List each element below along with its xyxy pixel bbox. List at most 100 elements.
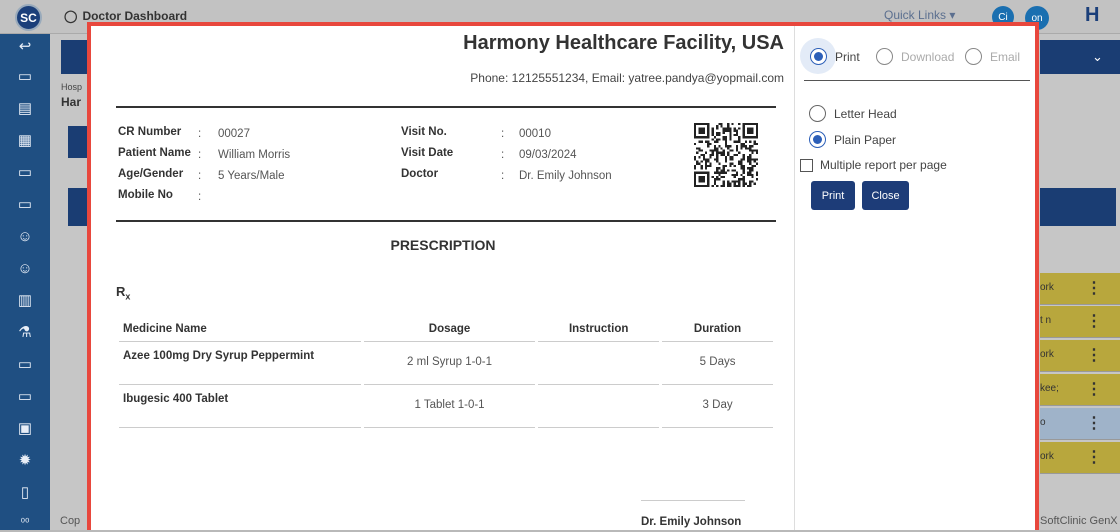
bg-table-row: t n ⋮ [1040,306,1120,338]
colon: : [198,128,202,140]
calendar-icon[interactable]: ▦ [15,132,35,150]
print-options-panel: Print Download Email Letter Head Plain P… [796,26,1039,530]
back-icon[interactable]: ↩ [15,38,35,56]
colon: : [501,128,505,140]
hospital-label: Hosp [61,82,83,92]
kebab-menu-icon[interactable]: ⋮ [1086,345,1102,365]
output-print-label: Print [835,49,860,64]
divider [116,106,776,108]
duration-cell: 5 Days [662,342,773,385]
id-card-icon[interactable]: ▤ [15,100,35,118]
bg-table-header [68,188,88,226]
print-button[interactable]: Print [811,181,855,210]
clipboard-icon[interactable]: ▥ [15,292,35,310]
footer-left: Cop [60,515,81,527]
bg-table-row: o ⋮ [1040,408,1120,440]
signature-name: Dr. Emily Johnson [641,516,742,528]
bg-table-row: ork ⋮ [1040,442,1120,474]
visit-no-value: 00010 [519,128,551,140]
gear-icon[interactable]: ✹ [15,452,35,470]
instruction-cell [538,342,660,385]
col-instruction: Instruction [538,316,660,342]
qr-code [694,123,758,187]
monitor-icon[interactable]: ▭ [15,196,35,214]
rx-symbol: Rx [116,284,130,302]
output-email-label: Email [990,49,1021,64]
kebab-menu-icon[interactable]: ⋮ [1086,413,1102,433]
quick-links-label: Quick Links [884,8,947,22]
hospital-name: Harmony Healthcare Facility, USA [463,32,784,54]
flask-icon[interactable]: ⚗ [15,324,35,342]
letter-head-radio[interactable]: Letter Head [809,105,897,122]
kebab-menu-icon[interactable]: ⋮ [1086,447,1102,467]
user-group-icon: ◯ [64,9,78,23]
close-button[interactable]: Close [862,181,909,210]
hospital-contact: Phone: 12125551234, Email: yatree.pandya… [470,71,784,85]
more-icon[interactable]: ⁰⁰ [15,514,35,532]
kebab-menu-icon[interactable]: ⋮ [1086,278,1102,298]
radio-empty-icon [965,48,982,65]
instruction-cell [538,385,660,428]
bg-row-text: t n [1040,315,1052,326]
document-icon[interactable]: ▯ [15,484,35,502]
mobile-label: Mobile No [118,189,173,201]
output-email-radio[interactable]: Email [965,48,1020,65]
prescription-title: PRESCRIPTION [390,237,496,253]
chevron-down-icon[interactable]: ⌄ [1092,49,1103,65]
letter-head-label: Letter Head [834,106,897,121]
cr-number-label: CR Number [118,126,182,138]
col-medicine-name: Medicine Name [119,316,361,342]
kebab-menu-icon[interactable]: ⋮ [1086,311,1102,331]
medicine-name-cell: Ibugesic 400 Tablet [119,385,361,428]
colon: : [198,191,202,203]
divider [116,220,776,222]
users-icon[interactable]: ☺ [15,228,35,246]
monitor-icon[interactable]: ▭ [15,388,35,406]
radio-selected-icon [809,131,826,148]
cr-number-value: 00027 [218,128,250,140]
bg-panel-header-right: ⌄ [1040,40,1120,74]
kebab-menu-icon[interactable]: ⋮ [1086,379,1102,399]
app-logo[interactable]: SC [15,4,42,31]
users-icon[interactable]: ☺ [15,260,35,278]
brand-logo: H [1085,4,1100,26]
visit-date-value: 09/03/2024 [519,149,577,161]
patient-details: CR Number : 00027 Patient Name : William… [118,126,418,206]
output-download-radio[interactable]: Download [876,48,954,65]
bg-row-text: o [1040,417,1046,428]
output-download-label: Download [901,49,955,64]
table-row: Azee 100mg Dry Syrup Peppermint 2 ml Syr… [119,342,773,385]
colon: : [198,149,202,161]
age-gender-label: Age/Gender [118,168,184,180]
radio-empty-icon [876,48,893,65]
output-print-radio[interactable]: Print [810,48,860,65]
patient-name-label: Patient Name [118,147,191,159]
patient-name-value: William Morris [218,149,291,161]
monitor-icon[interactable]: ▭ [15,356,35,374]
colon: : [501,170,505,182]
signature-line [641,500,745,501]
safe-icon[interactable]: ▣ [15,420,35,438]
divider [804,80,1030,81]
bg-row-text: kee; [1040,383,1059,394]
doctor-label: Doctor [401,168,439,180]
bg-row-text: ork [1040,451,1054,462]
dashboard-title: ◯ Doctor Dashboard [64,9,187,23]
dosage-cell: 1 Tablet 1-0-1 [363,385,536,428]
multiple-report-label: Multiple report per page [820,158,947,172]
dashboard-title-text: Doctor Dashboard [82,9,188,23]
plain-paper-radio[interactable]: Plain Paper [809,131,896,148]
multiple-report-checkbox[interactable]: Multiple report per page [800,158,947,172]
hospital-value: Har [61,95,82,109]
briefcase-icon[interactable]: ▭ [15,68,35,86]
rx-subscript: x [125,291,131,302]
quick-links[interactable]: Quick Links ▾ [884,8,955,22]
radio-empty-icon [809,105,826,122]
rx-letter: R [116,284,126,299]
footer-right: SoftClinic GenX [1040,515,1118,527]
bg-table-row: ork ⋮ [1040,340,1120,372]
monitor-icon[interactable]: ▭ [15,164,35,182]
radio-selected-icon [810,48,827,65]
bg-table-row: kee; ⋮ [1040,374,1120,406]
medicine-name-cell: Azee 100mg Dry Syrup Peppermint [119,342,361,385]
